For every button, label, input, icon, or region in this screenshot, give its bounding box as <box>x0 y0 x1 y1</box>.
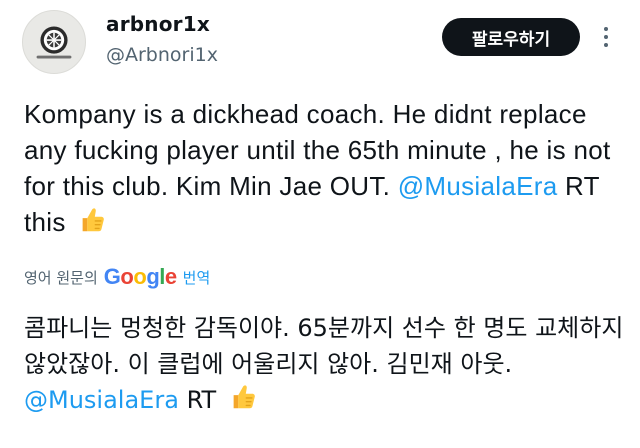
bayern-crest-icon <box>36 26 72 59</box>
thumbs-up-icon <box>77 205 107 235</box>
translation-source-label: 영어 원문의 <box>24 268 98 287</box>
translated-text: 콤파니는 멍청한 감독이야. 65분까지 선수 한 명도 교체하지 않았잖아. … <box>24 310 624 418</box>
tweet-text: Kompany is a dickhead coach. He didnt re… <box>24 96 624 240</box>
follow-button[interactable]: 팔로우하기 <box>442 18 580 56</box>
translated-mention-link[interactable]: @MusialaEra <box>24 386 179 414</box>
tweet-mention-link[interactable]: @MusialaEra <box>398 171 558 201</box>
avatar[interactable] <box>22 10 86 74</box>
author-handle[interactable]: @Arbnori1x <box>106 44 218 66</box>
more-vertical-icon[interactable] <box>596 22 616 52</box>
translate-link[interactable]: 번역 <box>183 267 211 288</box>
translated-body: 콤파니는 멍청한 감독이야. 65분까지 선수 한 명도 교체하지 않았잖아. … <box>24 314 624 378</box>
google-logo: Google <box>103 264 177 289</box>
author-display-name[interactable]: arbnor1x <box>106 12 210 36</box>
translated-tail: RT <box>186 386 217 414</box>
translation-bar: 영어 원문의 Google 번역 <box>24 264 210 290</box>
thumbs-up-icon <box>228 382 258 412</box>
